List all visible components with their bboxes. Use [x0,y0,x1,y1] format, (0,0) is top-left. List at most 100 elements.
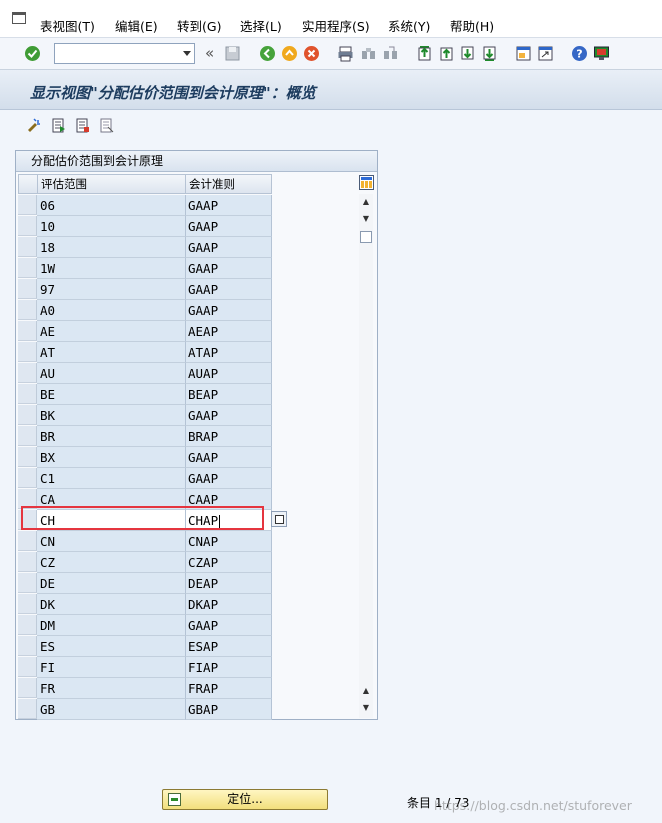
cell-accounting-principle[interactable]: FIAP [186,657,272,678]
row-selector[interactable] [18,216,37,236]
save-icon[interactable] [224,45,241,62]
menu-utilities[interactable]: 实用程序(S) [302,16,370,35]
row-selector[interactable] [18,405,37,425]
cell-valuation-area[interactable]: 18 [37,237,186,258]
last-page-icon[interactable] [481,45,498,62]
chevron-down-icon[interactable] [183,51,191,56]
cell-valuation-area[interactable]: CN [37,531,186,552]
vertical-scrollbar[interactable]: ▲ ▼ ▲ ▼ [359,194,373,718]
exit-icon[interactable] [281,45,298,62]
cell-accounting-principle[interactable]: GAAP [186,300,272,321]
row-selector[interactable] [18,279,37,299]
cell-accounting-principle[interactable]: BEAP [186,384,272,405]
value-help-button[interactable] [271,511,287,527]
table-row[interactable]: CA CAAP [18,489,274,510]
cell-accounting-principle[interactable]: CHAP [186,510,272,531]
print-icon[interactable] [337,45,354,62]
cell-valuation-area[interactable]: DK [37,594,186,615]
cell-valuation-area[interactable]: FI [37,657,186,678]
cell-valuation-area[interactable]: DM [37,615,186,636]
table-row[interactable]: AE AEAP [18,321,274,342]
previous-page-icon[interactable] [438,45,455,62]
table-row[interactable]: 97 GAAP [18,279,274,300]
table-row[interactable]: BK GAAP [18,405,274,426]
scroll-down-icon[interactable]: ▼ [359,213,373,225]
cell-accounting-principle[interactable]: GAAP [186,216,272,237]
cell-valuation-area[interactable]: CA [37,489,186,510]
cell-accounting-principle[interactable]: ESAP [186,636,272,657]
cell-valuation-area[interactable]: 97 [37,279,186,300]
cell-valuation-area[interactable]: ES [37,636,186,657]
cell-accounting-principle[interactable]: GAAP [186,405,272,426]
cancel-icon[interactable] [303,45,320,62]
cell-valuation-area[interactable]: AE [37,321,186,342]
row-selector[interactable] [18,657,37,677]
cell-accounting-principle[interactable]: AEAP [186,321,272,342]
row-selector[interactable] [18,321,37,341]
cell-valuation-area[interactable]: AT [37,342,186,363]
row-selector[interactable] [18,552,37,572]
table-row[interactable]: A0 GAAP [18,300,274,321]
cell-valuation-area[interactable]: CH [37,510,186,531]
row-selector[interactable] [18,426,37,446]
row-selector[interactable] [18,531,37,551]
cell-valuation-area[interactable]: CZ [37,552,186,573]
layout-settings-icon[interactable] [593,45,610,62]
collapse-toolbar-icon[interactable]: « [205,44,214,62]
cell-accounting-principle[interactable]: GAAP [186,195,272,216]
table-row[interactable]: GB GBAP [18,699,274,720]
row-selector[interactable] [18,258,37,278]
menu-help[interactable]: 帮助(H) [450,16,494,35]
cell-accounting-principle[interactable]: GBAP [186,699,272,720]
cell-valuation-area[interactable]: 10 [37,216,186,237]
row-selector[interactable] [18,237,37,257]
cell-valuation-area[interactable]: BE [37,384,186,405]
select-block-icon[interactable] [74,117,91,134]
row-selector[interactable] [18,573,37,593]
command-input[interactable] [55,44,175,63]
row-selector[interactable] [18,594,37,614]
table-row[interactable]: CZ CZAP [18,552,274,573]
menu-system[interactable]: 系统(Y) [388,16,430,35]
row-selector[interactable] [18,489,37,509]
scroll-page-down-icon[interactable]: ▼ [359,702,373,714]
cell-accounting-principle[interactable]: GAAP [186,447,272,468]
table-row[interactable]: BE BEAP [18,384,274,405]
row-selector[interactable] [18,699,37,719]
table-row[interactable]: 06 GAAP [18,195,274,216]
cell-valuation-area[interactable]: DE [37,573,186,594]
table-row[interactable]: 18 GAAP [18,237,274,258]
cell-valuation-area[interactable]: GB [37,699,186,720]
cell-accounting-principle[interactable]: FRAP [186,678,272,699]
table-row[interactable]: C1 GAAP [18,468,274,489]
menu-edit[interactable]: 编辑(E) [115,16,158,35]
row-selector[interactable] [18,195,37,215]
table-row[interactable]: BR BRAP [18,426,274,447]
row-selector[interactable] [18,447,37,467]
cell-valuation-area[interactable]: BK [37,405,186,426]
table-row[interactable]: CH CHAP [18,510,274,531]
row-selector[interactable] [18,342,37,362]
cell-valuation-area[interactable]: BX [37,447,186,468]
select-all-icon[interactable] [50,117,67,134]
cell-accounting-principle[interactable]: BRAP [186,426,272,447]
cell-accounting-principle[interactable]: CAAP [186,489,272,510]
column-header-accounting-principle[interactable]: 会计准则 [185,174,272,194]
column-header-valuation-area[interactable]: 评估范围 [37,174,186,194]
find-next-icon[interactable] [382,45,399,62]
cell-valuation-area[interactable]: C1 [37,468,186,489]
menu-select[interactable]: 选择(L) [240,16,282,35]
menu-table-view[interactable]: 表视图(T) [40,16,95,35]
first-page-icon[interactable] [416,45,433,62]
cell-valuation-area[interactable]: AU [37,363,186,384]
cell-accounting-principle[interactable]: CZAP [186,552,272,573]
row-selector[interactable] [18,300,37,320]
scrollbar-thumb[interactable] [360,231,372,243]
table-row[interactable]: CN CNAP [18,531,274,552]
table-row[interactable]: DM GAAP [18,615,274,636]
cell-accounting-principle[interactable]: ATAP [186,342,272,363]
command-field[interactable] [54,43,195,64]
table-row[interactable]: 10 GAAP [18,216,274,237]
cell-accounting-principle[interactable]: GAAP [186,258,272,279]
help-icon[interactable]: ? [571,45,588,62]
